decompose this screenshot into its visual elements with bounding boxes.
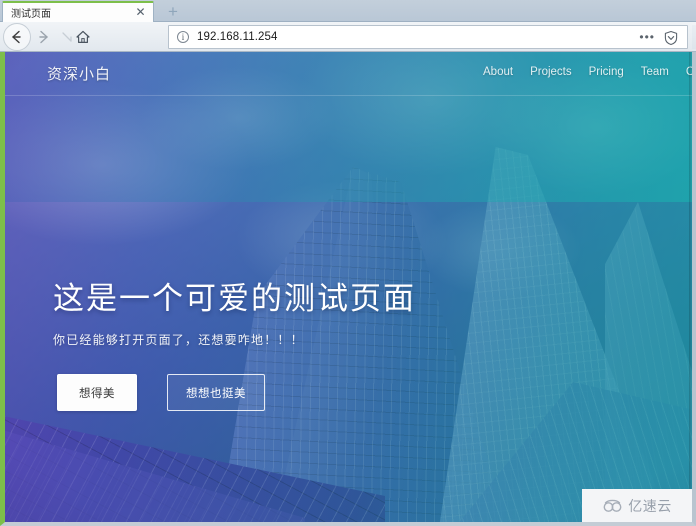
site-nav-links: About Projects Pricing Team Conta <box>483 66 692 78</box>
nav-item-pricing[interactable]: Pricing <box>589 66 624 78</box>
site-info-icon[interactable]: i <box>177 31 189 43</box>
page-right-edge <box>689 52 692 522</box>
cloud-logo-icon <box>602 498 624 514</box>
toolbar-right-edge <box>692 25 696 49</box>
page-viewport: 资深小白 About Projects Pricing Team Conta 这… <box>0 52 696 526</box>
tab-strip: 测试页面 ✕ + <box>0 0 696 22</box>
close-icon[interactable]: ✕ <box>134 6 147 19</box>
nav-item-about[interactable]: About <box>483 66 513 78</box>
url-input[interactable]: 192.168.11.254 <box>197 31 278 43</box>
page-actions-icon[interactable]: ••• <box>639 31 655 43</box>
new-tab-button[interactable]: + <box>160 2 186 21</box>
hero-title: 这是一个可爱的测试页面 <box>53 281 416 316</box>
back-button[interactable] <box>6 26 28 48</box>
tab-title: 测试页面 <box>11 9 51 20</box>
primary-cta-button[interactable]: 想得美 <box>57 374 137 411</box>
home-icon <box>76 30 90 43</box>
home-button[interactable] <box>72 26 94 48</box>
browser-tab[interactable]: 测试页面 ✕ <box>2 1 154 22</box>
site-brand[interactable]: 资深小白 <box>47 63 111 84</box>
browser-toolbar: i 192.168.11.254 ••• <box>0 22 696 52</box>
nav-item-team[interactable]: Team <box>641 66 669 78</box>
browser-window: 测试页面 ✕ + i 192.168.11.254 ••• 资深小白 About… <box>0 0 696 526</box>
hero-subtitle: 你已经能够打开页面了，还想要咋地！！！ <box>53 332 304 347</box>
site-navbar: 资深小白 About Projects Pricing Team Conta <box>5 52 692 96</box>
hero-copy: 这是一个可爱的测试页面 你已经能够打开页面了，还想要咋地！！！ <box>53 280 613 348</box>
shield-icon[interactable] <box>663 30 679 46</box>
back-arrow-icon <box>12 30 21 44</box>
address-bar[interactable]: i 192.168.11.254 ••• <box>168 25 688 49</box>
forward-button[interactable] <box>32 26 54 48</box>
hero-actions: 想得美 想想也挺美 <box>57 374 265 411</box>
hero-section: 资深小白 About Projects Pricing Team Conta 这… <box>5 52 692 522</box>
forward-arrow-icon <box>39 30 48 44</box>
secondary-cta-button[interactable]: 想想也挺美 <box>167 374 265 411</box>
watermark: 亿速云 <box>582 489 692 522</box>
watermark-text: 亿速云 <box>628 497 672 514</box>
nav-item-projects[interactable]: Projects <box>530 66 572 78</box>
